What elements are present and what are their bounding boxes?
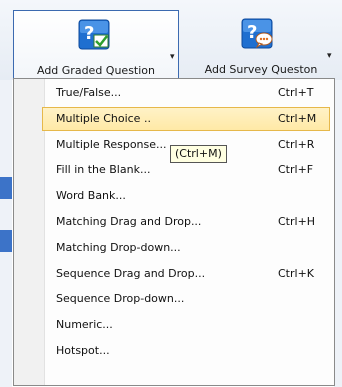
add-graded-question-button[interactable]: ? ▾ Add Graded Question bbox=[13, 10, 179, 78]
svg-text:?: ? bbox=[84, 23, 94, 44]
chevron-down-icon[interactable]: ▾ bbox=[170, 52, 175, 62]
menu-item[interactable]: Hotspot... bbox=[42, 339, 330, 363]
menu-item[interactable]: Multiple Choice .. Ctrl+M bbox=[42, 106, 330, 131]
add-survey-question-button[interactable]: ? ▾ Add Survey Queston bbox=[186, 10, 336, 78]
menu-item[interactable]: Sequence Drag and Drop... Ctrl+K bbox=[42, 262, 330, 286]
menu-item-label: Hotspot... bbox=[56, 344, 110, 357]
menu-icon-gutter bbox=[14, 79, 45, 385]
menu-item-shortcut: Ctrl+M bbox=[278, 111, 317, 125]
menu-item-label: True/False... bbox=[56, 86, 122, 99]
menu-item-shortcut: Ctrl+F bbox=[278, 163, 314, 177]
question-chat-icon: ? bbox=[241, 18, 273, 49]
shortcut-tooltip: (Ctrl+M) bbox=[170, 145, 227, 163]
menu-item[interactable]: Sequence Drop-down... bbox=[42, 287, 330, 311]
menu-item-label: Multiple Response... bbox=[56, 137, 167, 151]
menu-item-shortcut: Ctrl+T bbox=[278, 86, 314, 99]
menu-item-label: Sequence Drag and Drop... bbox=[56, 266, 206, 280]
background-selection-bar bbox=[0, 230, 12, 252]
add-graded-question-label: Add Graded Question bbox=[36, 64, 155, 77]
menu-item-label: Word Bank... bbox=[56, 189, 126, 203]
menu-item[interactable]: Word Bank... bbox=[42, 184, 330, 208]
menu-item-label: Numeric... bbox=[56, 318, 113, 332]
ribbon-bar: ? ▾ Add Graded Question ? ▾ Add Survey Q… bbox=[0, 0, 342, 80]
question-check-icon: ? bbox=[78, 19, 110, 50]
menu-item[interactable]: True/False... Ctrl+T bbox=[42, 81, 330, 105]
menu-item-label: Matching Drop-down... bbox=[56, 240, 181, 254]
menu-item[interactable]: Numeric... bbox=[42, 313, 330, 337]
background-panel-right bbox=[334, 80, 342, 387]
menu-item[interactable]: Matching Drag and Drop... Ctrl+H bbox=[42, 210, 330, 234]
add-survey-question-label: Add Survey Queston bbox=[204, 63, 318, 76]
menu-item-shortcut: Ctrl+K bbox=[278, 266, 315, 280]
menu-item-label: Sequence Drop-down... bbox=[56, 292, 185, 306]
question-type-menu: True/False... Ctrl+T Multiple Choice .. Ctr… bbox=[13, 78, 335, 386]
chevron-down-icon[interactable]: ▾ bbox=[327, 51, 332, 61]
menu-item-label: Matching Drag and Drop... bbox=[56, 215, 202, 228]
menu-item-shortcut: Ctrl+H bbox=[278, 215, 316, 228]
menu-item[interactable]: Matching Drop-down... bbox=[42, 236, 330, 260]
background-selection-bar bbox=[0, 177, 12, 199]
menu-item-label: Multiple Choice .. bbox=[56, 111, 151, 125]
menu-item-shortcut: Ctrl+R bbox=[278, 137, 315, 151]
menu-item-label: Fill in the Blank... bbox=[56, 163, 151, 177]
background-panel-left bbox=[0, 80, 12, 387]
